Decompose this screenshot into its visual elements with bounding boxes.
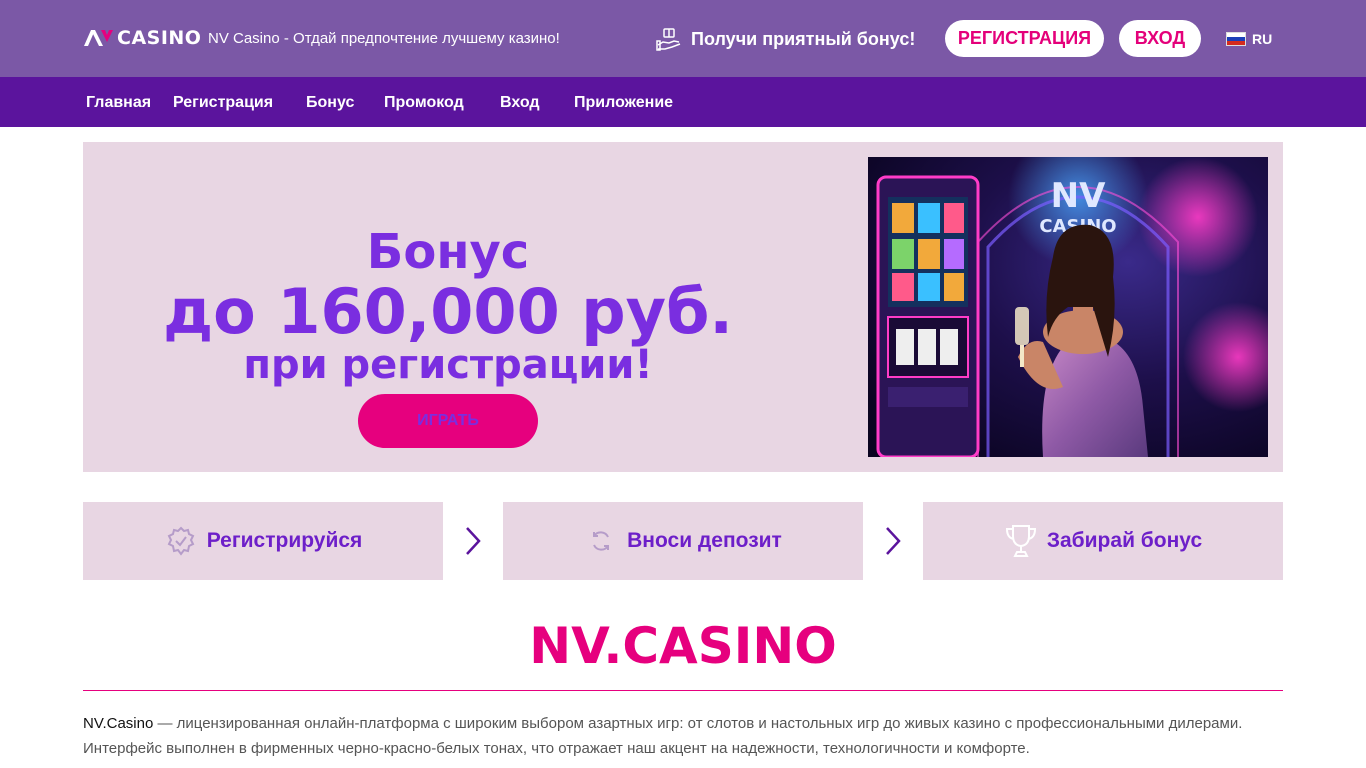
- title-divider: [83, 690, 1283, 691]
- nav-item-promocode[interactable]: Промокод: [384, 93, 464, 112]
- gift-hand-icon: [656, 26, 682, 52]
- page-title: NV.CASINO: [529, 617, 837, 675]
- russia-flag-icon: [1226, 32, 1246, 46]
- hero-headline: Бонус: [366, 224, 530, 280]
- nav-item-registration[interactable]: Регистрация: [173, 93, 273, 112]
- hero-subline: при регистрации!: [243, 342, 653, 388]
- trophy-icon: [1004, 524, 1038, 558]
- step-deposit-label: Вноси депозит: [627, 529, 782, 552]
- chevron-right-icon: [886, 527, 901, 555]
- site-tagline: NV Casino - Отдай предпочтение лучшему к…: [208, 30, 560, 47]
- svg-text:NV: NV: [1051, 176, 1106, 216]
- step-register: Регистрируйся: [83, 502, 443, 580]
- check-badge-icon: [164, 524, 198, 558]
- step-bonus: Забирай бонус: [923, 502, 1283, 580]
- nav-item-bonus[interactable]: Бонус: [306, 93, 354, 112]
- hero-bonus-amount: до 160,000 руб.: [163, 275, 733, 348]
- refresh-icon: [584, 524, 618, 558]
- language-code: RU: [1252, 31, 1273, 47]
- nav-item-app[interactable]: Приложение: [574, 93, 673, 112]
- step-register-label: Регистрируйся: [206, 529, 363, 552]
- hero-banner: Бонус до 160,000 руб. при регистрации! И…: [83, 142, 1283, 472]
- nav-item-login[interactable]: Вход: [500, 93, 540, 112]
- nv-logo-mark-icon: [83, 29, 115, 47]
- brand-name: NV.Casino: [83, 715, 154, 732]
- register-button[interactable]: Регистрация: [945, 20, 1104, 57]
- site-logo[interactable]: CASINO: [83, 27, 201, 49]
- step-bonus-label: Забирай бонус: [1046, 529, 1203, 552]
- bonus-cta-label: Получи приятный бонус!: [691, 29, 916, 49]
- top-header: CASINO NV Casino - Отдай предпочтение лу…: [0, 0, 1366, 77]
- logo-text: CASINO: [117, 27, 202, 49]
- language-selector[interactable]: RU: [1226, 31, 1272, 47]
- bonus-cta-link[interactable]: Получи приятный бонус!: [656, 26, 915, 52]
- chevron-right-icon: [466, 527, 481, 555]
- intro-text: — лицензированная онлайн-платформа с шир…: [83, 715, 1243, 757]
- intro-paragraph: NV.Casino — лицензированная онлайн-платф…: [83, 711, 1283, 761]
- play-button[interactable]: Играть: [358, 394, 538, 448]
- login-button[interactable]: Вход: [1119, 20, 1201, 57]
- main-nav: Главная Регистрация Бонус Промокод Вход …: [0, 77, 1366, 127]
- nav-item-home[interactable]: Главная: [86, 93, 151, 112]
- hero-casino-image: NV CASINO: [868, 157, 1268, 457]
- step-deposit: Вноси депозит: [503, 502, 863, 580]
